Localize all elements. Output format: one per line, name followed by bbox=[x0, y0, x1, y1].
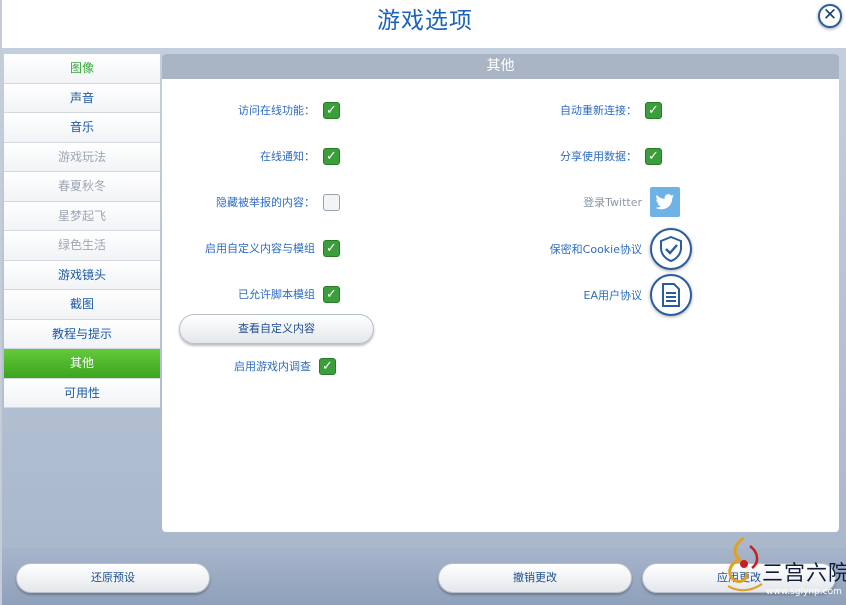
sidebar-item-screenshots[interactable]: 截图 bbox=[4, 290, 160, 320]
option-hide-reported: 隐藏被举报的内容： ✓ bbox=[182, 191, 340, 213]
sidebar-item-music[interactable]: 音乐 bbox=[4, 113, 160, 143]
options-panel: 其他 访问在线功能： ✓ 在线通知： ✓ 隐藏被举报的内容： ✓ 启用自定义内容… bbox=[162, 54, 839, 532]
sidebar: 图像 声音 音乐 游戏玩法 春夏秋冬 星梦起飞 绿色生活 游戏镜头 截图 教程与… bbox=[4, 54, 160, 408]
option-label: 在线通知： bbox=[260, 150, 315, 163]
option-label: 已允许脚本模组 bbox=[238, 288, 315, 301]
option-label: 访问在线功能： bbox=[238, 104, 315, 117]
watermark-text: 三宫六院 bbox=[762, 561, 846, 585]
option-label: 启用自定义内容与模组 bbox=[205, 242, 315, 255]
restore-defaults-button[interactable]: 还原预设 bbox=[16, 563, 210, 593]
twitter-bird-icon bbox=[655, 193, 675, 209]
privacy-cookie-button[interactable] bbox=[650, 228, 692, 270]
option-label: 隐藏被举报的内容： bbox=[216, 196, 315, 209]
eula-label: EA用户协议 bbox=[583, 289, 642, 302]
panel-header: 其他 bbox=[162, 54, 839, 79]
option-label: 分享使用数据： bbox=[560, 150, 637, 163]
option-eula: EA用户协议 bbox=[492, 273, 692, 317]
option-online-notifications: 在线通知： ✓ bbox=[182, 145, 340, 167]
sidebar-item-get-famous[interactable]: 星梦起飞 bbox=[4, 201, 160, 231]
sidebar-item-other[interactable]: 其他 bbox=[4, 349, 160, 379]
option-custom-content: 启用自定义内容与模组 ✓ bbox=[182, 237, 340, 259]
hide-reported-checkbox[interactable]: ✓ bbox=[323, 193, 340, 211]
auto-reconnect-checkbox[interactable]: ✓ bbox=[645, 101, 662, 119]
option-share-usage-data: 分享使用数据： ✓ bbox=[492, 145, 662, 167]
window-title: 游戏选项 bbox=[377, 8, 473, 34]
sidebar-item-sound[interactable]: 声音 bbox=[4, 83, 160, 113]
online-features-checkbox[interactable]: ✓ bbox=[323, 101, 340, 119]
shield-check-icon bbox=[660, 236, 682, 262]
sidebar-item-graphics[interactable]: 图像 bbox=[4, 54, 160, 84]
view-custom-content-button[interactable]: 查看自定义内容 bbox=[179, 314, 374, 344]
option-label: 自动重新连接： bbox=[560, 104, 637, 117]
online-notifications-checkbox[interactable]: ✓ bbox=[323, 147, 340, 165]
option-script-mods: 已允许脚本模组 ✓ bbox=[182, 283, 340, 305]
sidebar-item-accessibility[interactable]: 可用性 bbox=[4, 378, 160, 408]
share-usage-data-checkbox[interactable]: ✓ bbox=[645, 147, 662, 165]
custom-content-checkbox[interactable]: ✓ bbox=[323, 239, 340, 257]
privacy-cookie-label: 保密和Cookie协议 bbox=[549, 243, 642, 256]
option-twitter-login: 登录Twitter bbox=[492, 187, 680, 217]
script-mods-checkbox[interactable]: ✓ bbox=[323, 285, 340, 303]
watermark: 三宫六院 www.sglynp.com bbox=[720, 532, 846, 602]
sidebar-item-eco-lifestyle[interactable]: 绿色生活 bbox=[4, 231, 160, 261]
document-icon bbox=[662, 283, 680, 307]
sidebar-item-gameplay[interactable]: 游戏玩法 bbox=[4, 142, 160, 172]
sidebar-item-tutorials[interactable]: 教程与提示 bbox=[4, 319, 160, 349]
close-icon: ✕ bbox=[822, 5, 838, 25]
option-auto-reconnect: 自动重新连接： ✓ bbox=[492, 99, 662, 121]
options-window: 游戏选项 ✕ 图像 声音 音乐 游戏玩法 春夏秋冬 星梦起飞 绿色生活 游戏镜头… bbox=[0, 0, 846, 605]
option-in-game-survey: 启用游戏内调查 ✓ bbox=[182, 355, 336, 377]
watermark-url: www.sglynp.com bbox=[766, 587, 842, 597]
twitter-login-label: 登录Twitter bbox=[583, 196, 642, 209]
eula-button[interactable] bbox=[650, 274, 692, 316]
cancel-changes-button[interactable]: 撤销更改 bbox=[438, 563, 632, 593]
close-button[interactable]: ✕ bbox=[818, 4, 842, 28]
option-privacy-cookie: 保密和Cookie协议 bbox=[492, 227, 692, 271]
option-label: 启用游戏内调查 bbox=[234, 360, 311, 373]
twitter-button[interactable] bbox=[650, 187, 680, 217]
sidebar-item-seasons[interactable]: 春夏秋冬 bbox=[4, 172, 160, 202]
watermark-logo-icon bbox=[727, 536, 763, 592]
in-game-survey-checkbox[interactable]: ✓ bbox=[319, 357, 336, 375]
sidebar-item-camera[interactable]: 游戏镜头 bbox=[4, 260, 160, 290]
option-online-features: 访问在线功能： ✓ bbox=[182, 99, 340, 121]
